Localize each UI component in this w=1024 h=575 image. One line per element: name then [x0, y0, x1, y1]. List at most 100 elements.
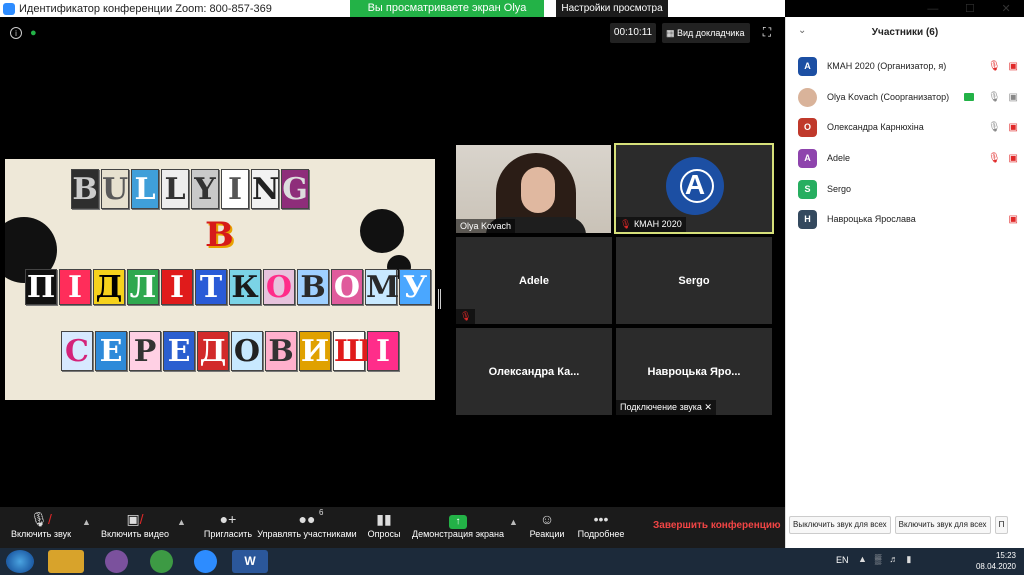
tile-name: Adele — [519, 274, 549, 287]
clock-time: 15:23 — [995, 551, 1016, 560]
participant-name: Olya Kovach (Соорганизатор) — [827, 92, 950, 102]
split-handle[interactable] — [438, 289, 441, 309]
file-explorer-icon[interactable] — [48, 550, 84, 573]
mute-all-button[interactable]: Выключить звук для всех — [789, 516, 891, 534]
cutout-letter: Е — [95, 331, 127, 371]
video-tile-sergo[interactable]: Sergo — [616, 237, 772, 324]
mic-muted-icon: 🎙︎ — [456, 309, 476, 324]
audio-options-caret-icon[interactable]: ▲ — [82, 517, 91, 527]
mic-icon[interactable]: 🎙︎ — [988, 92, 1001, 103]
participant-row[interactable]: Olya Kovach (Соорганизатор) 🎙︎ ▣ — [798, 86, 1018, 108]
lock-icon[interactable]: ● — [30, 27, 37, 39]
start-video-button[interactable]: ▣/ Включить видео — [100, 510, 170, 539]
zoom-taskbar-icon[interactable] — [194, 550, 217, 573]
more-button[interactable]: ••• Подробнее — [577, 510, 625, 539]
connecting-audio-status[interactable]: Подключение звука ✕ — [616, 400, 716, 415]
slide-title-row3: С Е Р Е Д О В И Щ І — [61, 331, 399, 371]
minimize-button[interactable]: — — [927, 3, 938, 15]
start-button-icon[interactable] — [6, 550, 34, 573]
video-tile-adele[interactable]: Adele 🎙︎ — [456, 237, 612, 324]
avatar: A — [798, 148, 817, 168]
cutout-letter: L — [131, 169, 159, 209]
participant-name: Олександра Карнюхіна — [827, 122, 924, 132]
video-off-icon[interactable]: ▣ — [1009, 214, 1018, 225]
cutout-letter: М — [365, 269, 400, 305]
language-indicator[interactable]: EN — [836, 555, 849, 565]
panel-more-button[interactable]: П — [994, 516, 1009, 534]
tile-name: Олександра Ка... — [488, 365, 580, 378]
participant-name: Adele — [827, 153, 851, 163]
mic-muted-icon[interactable]: 🎙︎ — [988, 61, 1001, 72]
share-screen-button[interactable]: ↑ Демонстрация экрана — [412, 510, 504, 539]
video-off-icon[interactable]: ▣ — [1009, 122, 1018, 133]
mic-muted-icon[interactable]: 🎙︎ — [988, 153, 1001, 164]
network-icon[interactable]: ▒ — [875, 554, 881, 565]
cutout-letter: У — [399, 269, 431, 305]
kman-logo-icon — [666, 157, 724, 215]
invite-button[interactable]: ●+ Пригласить — [203, 510, 253, 539]
share-options-caret-icon[interactable]: ▲ — [509, 517, 518, 527]
close-button[interactable]: ✕ — [1001, 2, 1010, 15]
mic-muted-icon: 🎙︎ — [620, 219, 634, 229]
cutout-letter: B — [71, 169, 99, 209]
tile-name-text: КМАН 2020 — [633, 219, 682, 229]
reactions-button[interactable]: ☺ Реакции — [527, 510, 567, 539]
meeting-toolbar: 🎙︎/ Включить звук ▲ ▣/ Включить видео ▲ … — [0, 507, 785, 548]
window-controls: — ☐ ✕ — [914, 0, 1024, 17]
tile-name-label: Olya Kovach — [456, 219, 516, 233]
volume-icon[interactable]: ♬ — [889, 554, 898, 565]
video-options-caret-icon[interactable]: ▲ — [177, 517, 186, 527]
cutout-letter: U — [101, 169, 129, 209]
chrome-icon[interactable] — [150, 550, 173, 573]
meeting-info: i ● — [10, 27, 37, 39]
speaker-view-button[interactable]: ▦ Вид докладчика — [662, 23, 750, 43]
avatar: A — [798, 56, 817, 76]
battery-icon[interactable]: ▮ — [906, 554, 911, 565]
end-meeting-button[interactable]: Завершить конференцию — [653, 520, 781, 531]
cutout-letter: N — [251, 169, 279, 209]
video-tile-olya[interactable]: Olya Kovach — [456, 145, 611, 233]
unmute-button[interactable]: 🎙︎/ Включить звук — [6, 510, 76, 539]
video-off-icon[interactable]: ▣ — [1009, 153, 1018, 164]
participant-row[interactable]: S Sergo — [798, 178, 1018, 200]
video-tile-kman[interactable]: 🎙︎ КМАН 2020 — [614, 143, 774, 234]
video-tile-oleksandra[interactable]: Олександра Ка... — [456, 328, 612, 415]
cutout-letter: Т — [195, 269, 227, 305]
clock-date: 08.04.2020 — [975, 562, 1016, 571]
speaker-view-label: Вид докладчика — [677, 28, 745, 38]
participant-name: Sergo — [827, 184, 852, 194]
mic-icon[interactable]: 🎙︎ — [988, 122, 1001, 133]
maximize-button[interactable]: ☐ — [965, 2, 975, 15]
tray-arrow-icon[interactable]: ▲ — [858, 554, 867, 565]
share-screen-label: Демонстрация экрана — [412, 529, 504, 539]
cutout-letter: L — [161, 169, 189, 209]
fullscreen-icon[interactable]: ⛶ — [760, 25, 774, 39]
tile-name-label: 🎙︎ КМАН 2020 — [616, 217, 686, 232]
participant-row[interactable]: Н Навроцька Ярослава ▣ — [798, 208, 1018, 230]
invite-label: Пригласить — [203, 529, 253, 539]
clock[interactable]: 15:23 08.04.2020 — [976, 550, 1016, 572]
video-icon[interactable]: ▣ — [1009, 92, 1018, 103]
video-tile-navrotska[interactable]: Навроцька Яро... Подключение звука ✕ — [616, 328, 772, 415]
avatar: Н — [798, 209, 817, 229]
view-options-button[interactable]: Настройки просмотра ⌄ — [556, 0, 668, 31]
participants-count: 6 — [319, 508, 324, 517]
meeting-timer: 00:10:11 — [610, 23, 656, 43]
viber-icon[interactable] — [105, 550, 128, 573]
cutout-letter: І — [161, 269, 193, 305]
info-icon[interactable]: i — [10, 27, 22, 39]
polls-button[interactable]: ▮▮ Опросы — [364, 510, 404, 539]
avatar: S — [798, 179, 817, 199]
share-banner: Вы просматриваете экран Olya Kovach — [350, 0, 544, 31]
participant-row[interactable]: О Олександра Карнюхіна 🎙︎ ▣ — [798, 116, 1018, 138]
reactions-label: Реакции — [529, 529, 565, 539]
sharing-screen-icon — [963, 93, 974, 101]
video-off-icon[interactable]: ▣ — [1009, 61, 1018, 72]
unmute-all-button[interactable]: Включить звук для всех — [894, 516, 991, 534]
manage-participants-button[interactable]: ●● 6 Управлять участниками — [257, 508, 357, 539]
start-video-label: Включить видео — [101, 529, 169, 539]
word-taskbar-icon[interactable]: W — [232, 550, 268, 573]
participant-row[interactable]: A КМАН 2020 (Организатор, я) 🎙︎ ▣ — [798, 55, 1018, 77]
participant-row[interactable]: A Adele 🎙︎ ▣ — [798, 147, 1018, 169]
cutout-letter: Л — [127, 269, 159, 305]
